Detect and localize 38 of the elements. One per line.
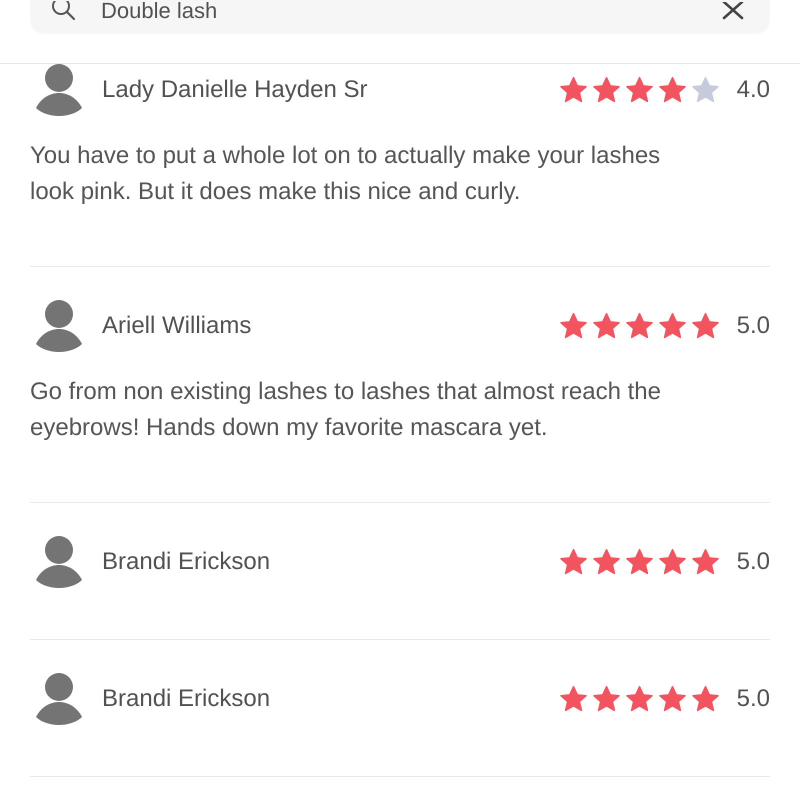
star-icon — [592, 549, 620, 575]
star-icon — [626, 549, 653, 575]
avatar-icon — [36, 64, 82, 116]
rating-value: 5.0 — [736, 311, 770, 341]
rating-value: 4.0 — [736, 75, 770, 105]
star-icon — [592, 313, 620, 339]
avatar-icon — [36, 673, 82, 725]
star-icon — [560, 313, 587, 339]
reviewer-name: Brandi Erickson — [102, 547, 270, 577]
star-icon — [658, 686, 686, 712]
review-text: Go from non existing lashes to lashes that almost reach the eyebrows! Hands down my favorite mascara yet. — [30, 377, 662, 443]
star-icon — [592, 686, 620, 712]
star-icon — [658, 313, 686, 339]
star-icon — [560, 686, 587, 712]
star-icon — [626, 77, 653, 103]
avatar-icon — [36, 300, 82, 352]
avatar-icon — [36, 536, 82, 588]
star-icon — [560, 77, 587, 103]
reviewer-name: Ariell Williams — [102, 311, 252, 341]
rating-value: 5.0 — [736, 684, 770, 714]
rating-value: 5.0 — [736, 547, 770, 577]
search-icon — [50, 1, 76, 21]
star-icon — [626, 686, 653, 712]
star-icon — [560, 549, 587, 575]
review-text: You have to put a whole lot on to actually make your lashes look pink. But it does make this nice and curly. — [30, 141, 662, 207]
star-icon — [592, 77, 620, 103]
star-icon — [692, 549, 719, 575]
star-icon — [692, 686, 719, 712]
star-icon — [658, 77, 686, 103]
star-icon — [692, 313, 719, 339]
search-field[interactable]: Double lash — [30, 0, 770, 34]
star-icon — [658, 549, 686, 575]
star-icon — [692, 77, 719, 103]
close-icon — [722, 2, 744, 20]
star-icon — [626, 313, 653, 339]
reviewer-name: Lady Danielle Hayden Sr — [102, 75, 368, 105]
reviewer-name: Brandi Erickson — [102, 684, 270, 714]
search-query: Double lash — [101, 0, 218, 24]
